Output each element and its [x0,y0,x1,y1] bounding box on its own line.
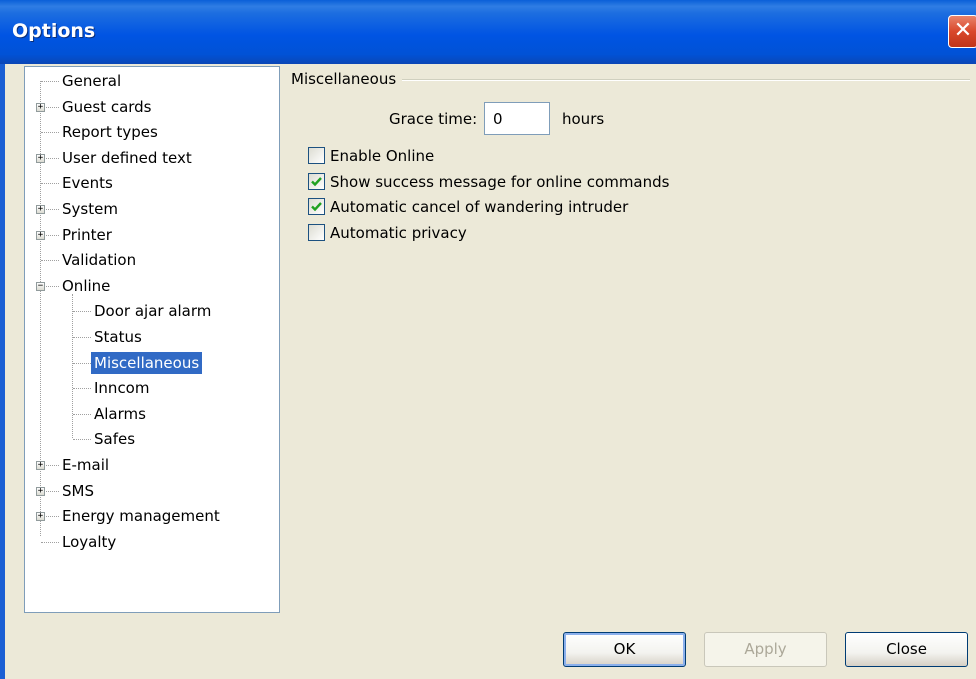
grace-time-unit: hours [562,110,605,128]
tree-item-validation[interactable]: Validation [59,248,139,272]
group-title: Miscellaneous [291,70,403,88]
expand-icon[interactable]: + [36,205,45,214]
tree-item-system[interactable]: System [59,197,121,221]
checkmark-icon [308,198,325,215]
title-bar: Options ✕ [0,0,976,64]
tree-item-general[interactable]: General [59,69,124,93]
tree-item-safes[interactable]: Safes [91,427,138,451]
expand-icon[interactable]: + [36,487,45,496]
tree-item-loyalty[interactable]: Loyalty [59,530,119,554]
tree-item-report-types[interactable]: Report types [59,120,161,144]
checkmark-icon [308,173,325,190]
tree-item-e-mail[interactable]: E-mail [59,453,112,477]
tree-item-events[interactable]: Events [59,171,116,195]
close-window-button[interactable]: ✕ [948,15,976,48]
tree-item-door-ajar-alarm[interactable]: Door ajar alarm [91,299,214,323]
apply-button[interactable]: Apply [704,632,827,667]
collapse-icon[interactable]: − [36,282,45,291]
expand-icon[interactable]: + [36,103,45,112]
group-divider [400,79,970,81]
tree-item-alarms[interactable]: Alarms [91,402,149,426]
tree-item-status[interactable]: Status [91,325,145,349]
checkbox-unchecked-icon [308,224,325,241]
tree-item-printer[interactable]: Printer [59,223,115,247]
expand-icon[interactable]: + [36,512,45,521]
expand-icon[interactable]: + [36,154,45,163]
close-button[interactable]: Close [845,632,968,667]
tree-item-guest-cards[interactable]: Guest cards [59,95,155,119]
grace-time-input[interactable] [484,102,550,135]
tree-connector [72,294,73,438]
options-tree[interactable]: + + + + − + + + General Guest cards Repo… [24,66,280,613]
tree-item-online[interactable]: Online [59,274,113,298]
tree-item-sms[interactable]: SMS [59,479,97,503]
expand-icon[interactable]: + [36,461,45,470]
tree-item-user-defined-text[interactable]: User defined text [59,146,195,170]
ok-button[interactable]: OK [563,632,686,667]
tree-item-miscellaneous[interactable]: Miscellaneous [91,351,203,375]
window-frame [0,64,5,679]
close-icon: ✕ [953,18,973,43]
checkbox-unchecked-icon [308,147,325,164]
window-title: Options [12,20,96,42]
grace-time-label: Grace time: [389,110,478,128]
expand-icon[interactable]: + [36,231,45,240]
tree-item-energy-management[interactable]: Energy management [59,504,223,528]
tree-item-inncom[interactable]: Inncom [91,376,152,400]
